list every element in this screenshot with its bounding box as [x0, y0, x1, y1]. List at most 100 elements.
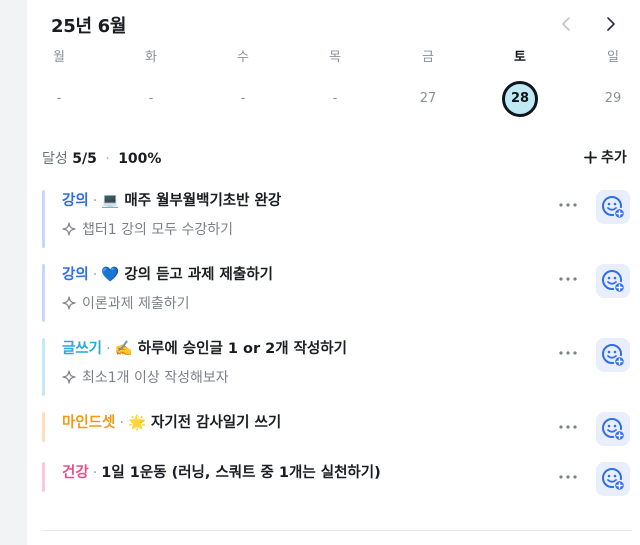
day-number: - — [240, 91, 246, 106]
selected-day-number: 28 — [502, 81, 538, 117]
todo-content: 강의 · 💻 매주 월부월백기초반 완강챕터1 강의 모두 수강하기 — [62, 190, 281, 239]
todo-item[interactable]: 마인드셋 · 🌟 자기전 감사일기 쓰기 — [42, 412, 640, 446]
todo-category: 건강 — [62, 465, 89, 481]
achievement-count: 5/5 — [72, 151, 97, 167]
add-reaction-icon — [602, 468, 626, 492]
todo-item[interactable]: 건강 · 1일 1운동 (러닝, 스쿼트 중 1개는 실천하기) — [42, 462, 640, 496]
chevron-left-icon — [562, 17, 570, 31]
more-options-button[interactable] — [557, 342, 579, 364]
separator-dot: · — [92, 465, 98, 481]
reaction-button[interactable] — [596, 412, 630, 446]
day-label: 수 — [237, 50, 249, 65]
day-number: - — [332, 91, 338, 106]
todo-subtask-text: 챕터1 강의 모두 수강하기 — [82, 222, 234, 238]
reaction-button[interactable] — [596, 462, 630, 496]
bottom-divider — [42, 530, 632, 531]
separator-dot: · — [106, 341, 111, 357]
add-label: 추가 — [601, 150, 627, 166]
achievement-label: 달성 — [42, 151, 68, 167]
todo-category: 글쓰기 — [62, 341, 103, 357]
day-label: 목 — [329, 50, 341, 65]
ellipsis-icon — [559, 277, 577, 281]
day-number: - — [56, 91, 62, 106]
todo-item[interactable]: 강의 · 💻 매주 월부월백기초반 완강챕터1 강의 모두 수강하기 — [42, 190, 640, 248]
todo-title: 하루에 승인글 1 or 2개 작성하기 — [137, 341, 347, 357]
todo-subtask: 이론과제 제출하기 — [62, 293, 273, 313]
plus-icon — [584, 150, 597, 164]
add-reaction-icon — [602, 418, 626, 442]
day-sun[interactable]: 일 29 — [583, 48, 640, 114]
separator-dot: · — [92, 267, 98, 283]
day-label: 금 — [422, 50, 434, 65]
next-week-button[interactable] — [598, 12, 622, 36]
todo-title-line: 마인드셋 · 🌟 자기전 감사일기 쓰기 — [62, 412, 281, 434]
sparkle-icon — [62, 296, 76, 310]
day-wed[interactable]: 수 - — [213, 48, 273, 114]
achievement-summary: 달성 5/5 · 100% — [42, 148, 161, 168]
todo-color-bar — [42, 412, 45, 442]
todo-title-line: 건강 · 1일 1운동 (러닝, 스쿼트 중 1개는 실천하기) — [62, 462, 381, 484]
todo-title-line: 글쓰기 · ✍️ 하루에 승인글 1 or 2개 작성하기 — [62, 338, 347, 360]
todo-emoji: 🌟 — [127, 415, 147, 431]
todo-item[interactable]: 강의 · 💙 강의 듣고 과제 제출하기이론과제 제출하기 — [42, 264, 640, 322]
sparkle-icon — [62, 370, 76, 384]
ellipsis-icon — [559, 351, 577, 355]
separator-dot: · — [119, 415, 124, 431]
todo-content: 마인드셋 · 🌟 자기전 감사일기 쓰기 — [62, 412, 281, 434]
todo-title-line: 강의 · 💙 강의 듣고 과제 제출하기 — [62, 264, 273, 286]
reaction-button[interactable] — [596, 190, 630, 224]
todo-content: 강의 · 💙 강의 듣고 과제 제출하기이론과제 제출하기 — [62, 264, 273, 313]
separator-dot: · — [105, 151, 110, 167]
todo-title: 매주 월부월백기초반 완강 — [124, 193, 282, 209]
day-label: 일 — [607, 50, 619, 65]
month-title: 25년 6월 — [51, 16, 127, 37]
todo-title-line: 강의 · 💻 매주 월부월백기초반 완강 — [62, 190, 281, 212]
more-options-button[interactable] — [557, 466, 579, 488]
day-number: - — [148, 91, 154, 106]
day-number: 29 — [604, 91, 622, 106]
reaction-button[interactable] — [596, 264, 630, 298]
todo-subtask-text: 이론과제 제출하기 — [82, 296, 190, 312]
chevron-right-icon — [607, 17, 615, 31]
ellipsis-icon — [559, 203, 577, 207]
todo-subtask: 챕터1 강의 모두 수강하기 — [62, 219, 281, 239]
more-options-button[interactable] — [557, 416, 579, 438]
left-side-panel — [0, 0, 27, 545]
add-reaction-icon — [602, 344, 626, 368]
todo-content: 글쓰기 · ✍️ 하루에 승인글 1 or 2개 작성하기 최소1개 이상 작성해보자 — [62, 338, 347, 387]
todo-title: 자기전 감사일기 쓰기 — [151, 415, 282, 431]
day-label: 월 — [53, 50, 65, 65]
todo-color-bar — [42, 190, 45, 248]
achievement-percent: 100% — [118, 151, 162, 167]
day-thu[interactable]: 목 - — [305, 48, 365, 114]
todo-emoji: ✍️ — [114, 341, 133, 357]
prev-week-button[interactable] — [555, 12, 579, 36]
todo-category: 강의 — [62, 193, 89, 209]
todo-title: 강의 듣고 과제 제출하기 — [124, 267, 273, 283]
day-tue[interactable]: 화 - — [121, 48, 181, 114]
day-number: 27 — [419, 91, 437, 106]
ellipsis-icon — [559, 475, 577, 479]
day-label: 화 — [145, 50, 157, 65]
day-sat-selected[interactable]: 토 28 — [490, 48, 550, 117]
todo-item[interactable]: 글쓰기 · ✍️ 하루에 승인글 1 or 2개 작성하기 최소1개 이상 작성해보자 — [42, 338, 640, 396]
add-reaction-icon — [602, 196, 626, 220]
add-reaction-icon — [602, 270, 626, 294]
more-options-button[interactable] — [557, 268, 579, 290]
todo-color-bar — [42, 338, 45, 396]
ellipsis-icon — [559, 425, 577, 429]
todo-category: 마인드셋 — [62, 415, 116, 431]
reaction-button[interactable] — [596, 338, 630, 372]
todo-title: 1일 1운동 (러닝, 스쿼트 중 1개는 실천하기) — [101, 465, 381, 481]
day-label: 토 — [514, 50, 526, 65]
todo-category: 강의 — [62, 267, 89, 283]
todo-color-bar — [42, 264, 45, 322]
more-options-button[interactable] — [557, 194, 579, 216]
day-mon[interactable]: 월 - — [29, 48, 89, 114]
todo-emoji: 💙 — [101, 267, 120, 283]
add-todo-button[interactable]: 추가 — [584, 147, 627, 167]
todo-emoji: 💻 — [101, 193, 120, 209]
sparkle-icon — [62, 222, 76, 236]
day-fri[interactable]: 금 27 — [398, 48, 458, 114]
separator-dot: · — [92, 193, 98, 209]
